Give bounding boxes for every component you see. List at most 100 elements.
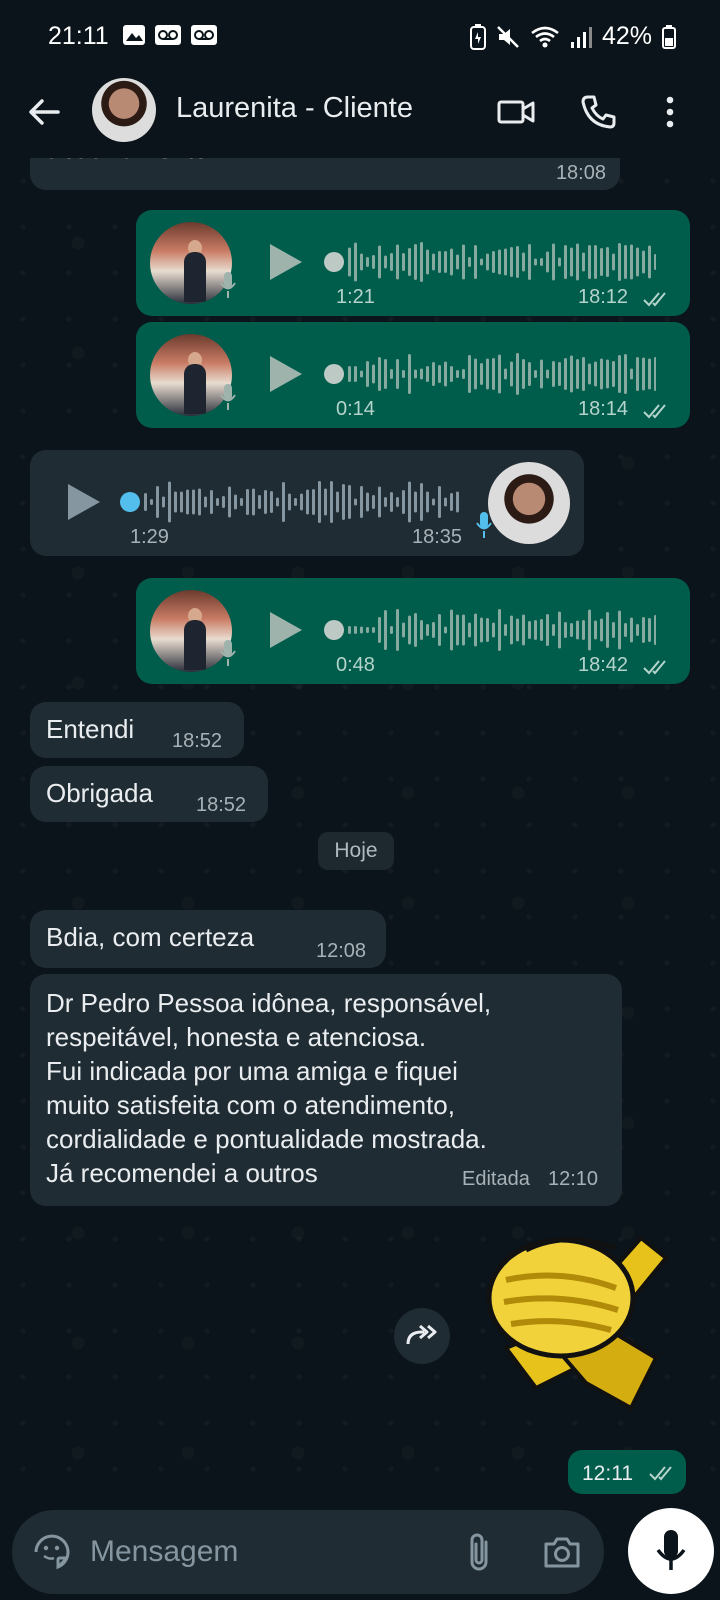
waveform-bar: [492, 251, 495, 273]
message-bubble-incoming[interactable]: Obrigada 18:52: [30, 766, 268, 822]
waveform-bar: [588, 363, 591, 385]
play-icon[interactable]: [268, 354, 304, 394]
waveform-bar: [612, 622, 615, 638]
voice-call-icon[interactable]: [578, 92, 618, 132]
waveform-1[interactable]: [346, 238, 656, 286]
message-bubble-incoming[interactable]: abusivamente? 18:08: [30, 158, 620, 190]
message-time: 18:14: [578, 398, 629, 420]
waveform-bar: [366, 361, 369, 387]
message-line: muito satisfeita com o atendimento,: [46, 1090, 455, 1120]
play-icon[interactable]: [268, 242, 304, 282]
record-voice-button[interactable]: [628, 1508, 714, 1594]
playback-position-dot[interactable]: [324, 620, 344, 640]
waveform-bar: [606, 612, 609, 648]
waveform-bar: [384, 359, 387, 389]
waveform-bar: [450, 248, 453, 276]
forward-button[interactable]: [394, 1308, 450, 1364]
emoji-sticker-icon[interactable]: [32, 1532, 72, 1572]
back-arrow-icon[interactable]: [24, 92, 64, 132]
waveform-bar: [570, 247, 573, 277]
message-time: 12:11: [582, 1462, 633, 1485]
video-call-icon[interactable]: [496, 92, 536, 132]
waveform-bar: [276, 497, 279, 507]
playback-position-dot[interactable]: [120, 492, 140, 512]
waveform-bar: [348, 626, 351, 634]
gallery-notification-icon: [123, 25, 145, 45]
message-time: 18:08: [555, 162, 606, 184]
camera-icon[interactable]: [542, 1532, 582, 1572]
message-bubble-incoming[interactable]: Dr Pedro Pessoa idônea, responsável, res…: [30, 974, 622, 1206]
waveform-bar: [150, 499, 153, 505]
waveform-3[interactable]: [142, 478, 462, 526]
contact-avatar: [488, 462, 570, 544]
waveform-bar: [438, 251, 441, 273]
play-icon[interactable]: [66, 482, 102, 522]
waveform-bar: [408, 615, 411, 645]
waveform-bar: [594, 245, 597, 279]
waveform-bar: [510, 247, 513, 277]
waveform-bar: [222, 496, 225, 508]
message-time: 12:10: [548, 1168, 599, 1190]
message-bubble-incoming[interactable]: Bdia, com certeza 12:08: [30, 910, 386, 968]
voice-message-outgoing[interactable]: 1:21 18:12: [136, 210, 690, 316]
edited-label: Editada: [462, 1168, 530, 1190]
message-line: cordialidade e pontualidade mostrada.: [46, 1124, 487, 1154]
waveform-bar: [528, 244, 531, 280]
waveform-bar: [288, 493, 291, 511]
waveform-bar: [474, 245, 477, 279]
waveform-bar: [384, 610, 387, 650]
waveform-bar: [390, 626, 393, 634]
chat-area[interactable]: abusivamente? 18:08 1:21 18:12 0:14 18:1…: [0, 158, 720, 1500]
attach-icon[interactable]: [464, 1530, 494, 1574]
waveform-bar: [618, 355, 621, 393]
waveform-bar: [198, 488, 201, 516]
waveform-bar: [180, 491, 183, 513]
message-bubble-incoming[interactable]: Entendi 18:52: [30, 702, 244, 758]
waveform-bar: [342, 484, 345, 520]
waveform-bar: [378, 486, 381, 518]
waveform-bar: [516, 618, 519, 642]
waveform-bar: [168, 481, 171, 523]
waveform-bar: [480, 363, 483, 385]
waveform-bar: [480, 258, 483, 266]
waveform-bar: [186, 489, 189, 515]
waveform-bar: [468, 355, 471, 393]
waveform-bar: [360, 253, 363, 271]
voice-message-incoming[interactable]: 1:29 18:35: [30, 450, 584, 556]
waveform-bar: [360, 370, 363, 378]
waveform-bar: [204, 496, 207, 508]
waveform-bar: [408, 481, 411, 523]
waveform-bar: [462, 614, 465, 646]
waveform-bar: [246, 489, 249, 515]
voice-message-outgoing[interactable]: 0:48 18:42: [136, 578, 690, 684]
waveform-bar: [546, 614, 549, 646]
more-options-icon[interactable]: [650, 92, 690, 132]
waveform-bar: [414, 244, 417, 280]
play-icon[interactable]: [268, 610, 304, 650]
contact-name[interactable]: Laurenita - Cliente: [176, 92, 413, 125]
mic-icon: [220, 272, 236, 298]
mute-icon: [497, 25, 519, 48]
waveform-bar: [414, 613, 417, 647]
playback-position-dot[interactable]: [324, 252, 344, 272]
contact-avatar[interactable]: [92, 78, 156, 142]
waveform-bar: [570, 355, 573, 393]
message-input[interactable]: [90, 1510, 450, 1594]
playback-position-dot[interactable]: [324, 364, 344, 384]
waveform-bar: [378, 617, 381, 643]
waveform-bar: [402, 253, 405, 271]
waveform-bar: [546, 251, 549, 273]
waveform-bar: [240, 498, 243, 506]
waveform-4[interactable]: [346, 606, 656, 654]
waveform-2[interactable]: [346, 350, 656, 398]
waveform-bar: [426, 624, 429, 636]
waveform-bar: [354, 366, 357, 382]
waveform-bar: [396, 244, 399, 280]
waveform-bar: [372, 627, 375, 633]
voice-duration: 0:14: [336, 398, 375, 420]
voice-message-outgoing[interactable]: 0:14 18:14: [136, 322, 690, 428]
handshake-sticker[interactable]: [466, 1218, 696, 1418]
waveform-bar: [456, 254, 459, 270]
waveform-bar: [264, 490, 267, 514]
double-check-icon: [649, 1466, 672, 1481]
